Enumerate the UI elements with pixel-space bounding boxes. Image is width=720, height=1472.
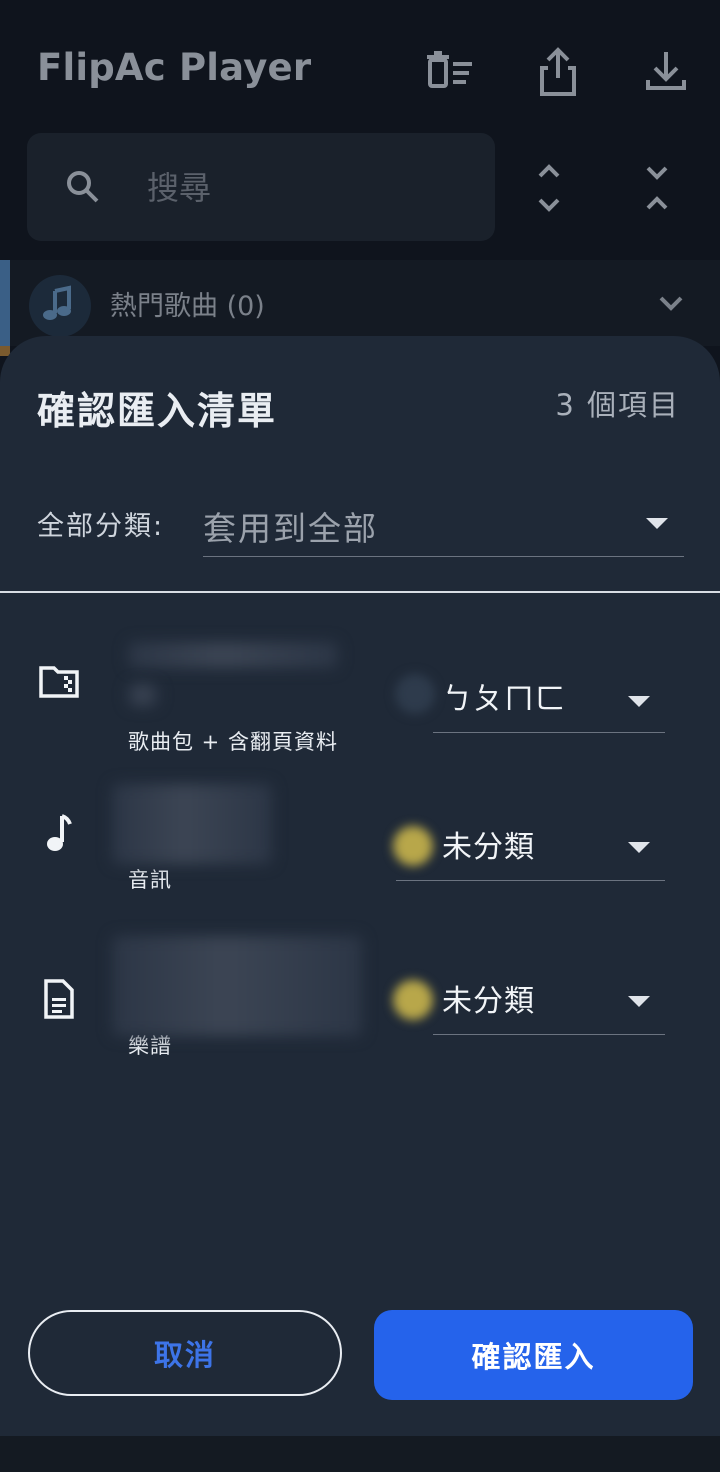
search-bar[interactable] <box>27 133 495 241</box>
group-accent-bar <box>0 260 10 346</box>
item-category-dropdown[interactable]: ㄅㄆㄇㄈ <box>433 668 665 733</box>
search-icon <box>61 165 105 209</box>
blurred-item-name <box>128 642 338 668</box>
dropdown-arrow-icon <box>624 686 654 716</box>
chevron-down-icon[interactable] <box>650 282 692 324</box>
music-note-icon <box>29 275 91 337</box>
confirm-import-button[interactable]: 確認匯入 <box>374 1310 693 1400</box>
item-category-value: 未分類 <box>442 984 535 1019</box>
import-confirm-sheet: 確認匯入清單 3 個項目 全部分類: 套用到全部 歌曲包 + 含翻頁資料 ㄅㄆㄇ… <box>0 336 720 1436</box>
music-note-icon <box>36 810 82 856</box>
folder-zip-icon <box>36 658 82 704</box>
category-color-swatch <box>393 980 433 1020</box>
dropdown-arrow-icon <box>624 986 654 1016</box>
item-type-label: 歌曲包 + 含翻頁資料 <box>128 730 338 754</box>
blurred-item-detail <box>128 684 158 706</box>
sheet-title: 確認匯入清單 <box>37 389 278 433</box>
sheet-divider <box>0 591 720 593</box>
import-item: 音訊 未分類 <box>0 784 720 914</box>
document-icon <box>36 976 82 1022</box>
item-count: 3 個項目 <box>555 388 680 422</box>
app-title: FlipAc Player <box>37 46 312 89</box>
category-color-swatch <box>395 674 435 714</box>
item-category-dropdown[interactable]: 未分類 <box>396 816 665 881</box>
unfold-less-icon[interactable] <box>629 160 685 216</box>
blurred-item-name <box>112 936 362 1036</box>
share-upload-icon[interactable] <box>530 44 586 100</box>
unfold-more-icon[interactable] <box>521 160 577 216</box>
item-category-value: 未分類 <box>442 830 535 865</box>
download-icon[interactable] <box>638 44 694 100</box>
all-category-value: 套用到全部 <box>203 509 378 548</box>
search-input[interactable] <box>145 161 469 215</box>
import-item: 樂譜 未分類 <box>0 936 720 1066</box>
item-category-value: ㄅㄆㄇㄈ <box>442 682 566 717</box>
item-type-label: 音訊 <box>128 868 172 892</box>
app-bar: FlipAc Player <box>0 0 720 260</box>
item-category-dropdown[interactable]: 未分類 <box>433 970 665 1035</box>
dropdown-arrow-icon <box>624 832 654 862</box>
playlist-remove-icon[interactable] <box>422 44 478 100</box>
dropdown-arrow-icon <box>642 508 672 538</box>
group-label: 熱門歌曲 (0) <box>110 291 265 322</box>
import-item: 歌曲包 + 含翻頁資料 ㄅㄆㄇㄈ <box>0 626 720 756</box>
all-category-label: 全部分類: <box>37 511 165 542</box>
all-category-dropdown[interactable]: 套用到全部 <box>203 490 684 557</box>
cancel-button[interactable]: 取消 <box>28 1310 342 1396</box>
blurred-item-name <box>112 784 272 864</box>
group-header-row[interactable]: 熱門歌曲 (0) <box>0 260 720 356</box>
system-navigation-bar <box>0 1436 720 1472</box>
